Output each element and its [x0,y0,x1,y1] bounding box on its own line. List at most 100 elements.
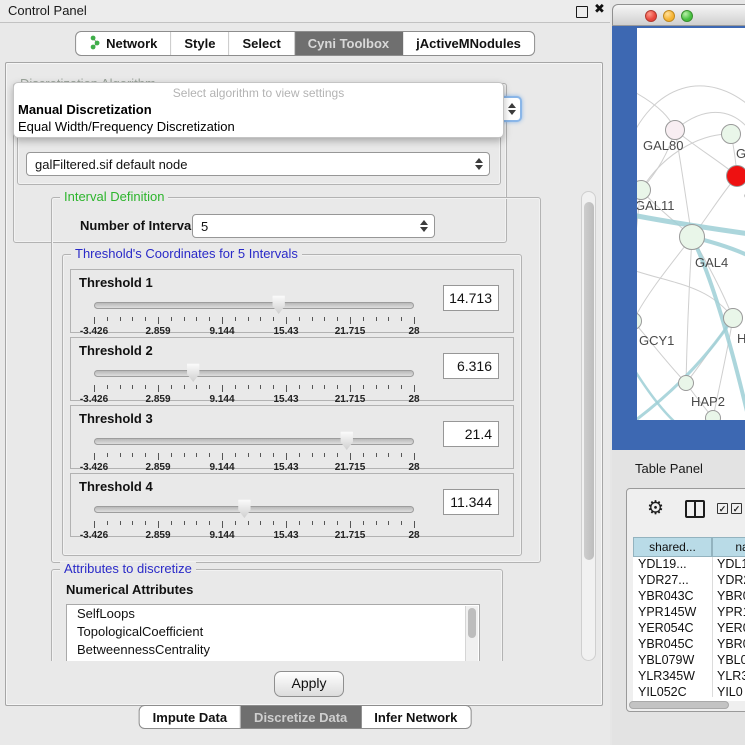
threshold-value-field[interactable] [443,353,499,379]
slider-tick [299,385,300,389]
slider-thumb[interactable] [340,431,354,450]
threshold-slider[interactable]: -3.4262.8599.14415.4321.71528 [71,294,451,332]
tab-impute-data[interactable]: Impute Data [140,706,241,728]
number-of-intervals-combo[interactable]: 5 [192,214,435,238]
slider-tick [388,521,389,525]
slider-tick [260,317,261,321]
network-node[interactable] [705,410,721,420]
tab-infer-network[interactable]: Infer Network [361,706,470,728]
attribute-list-item[interactable]: SelfLoops [67,605,479,623]
slider-tick [273,521,274,525]
slider-tick [171,521,172,525]
slider-track[interactable] [94,302,414,309]
threshold-value-field[interactable] [443,421,499,447]
table-row[interactable]: YBL079WYBL0 [633,653,745,669]
interval-definition-title: Interval Definition [60,191,168,204]
table-row[interactable]: YBR045CYBR0 [633,637,745,653]
cell-shared-name: YLR345W [638,669,695,683]
threshold-slider[interactable]: -3.4262.8599.14415.4321.71528 [71,362,451,400]
slider-tick [107,521,108,525]
number-of-intervals-value: 5 [201,219,208,234]
table-data-combo[interactable]: galFiltered.sif default node [26,152,490,176]
control-panel-titlebar: Control Panel ✖ [0,0,610,23]
node-table: shared...na YDL19...YDL1YDR27... YDR2 YBR0… [633,537,745,701]
network-window-titlebar[interactable] [612,4,745,26]
threshold-label: Threshold 3 [79,411,153,426]
slider-thumb[interactable] [186,363,200,382]
cell-name: YDR2 [717,573,745,587]
slider-tick [273,385,274,389]
cell-shared-name: YPR145W [638,605,696,619]
minimize-traffic-light-icon[interactable] [663,10,675,22]
algorithm-option-equal-width[interactable]: Equal Width/Frequency Discretization [18,119,235,134]
slider-tick [312,521,313,525]
settings-scrollbar[interactable] [581,191,596,661]
zoom-traffic-light-icon[interactable] [681,10,693,22]
algorithm-option-manual[interactable]: Manual Discretization [18,102,152,117]
slider-tick [196,385,197,389]
threshold-slider[interactable]: -3.4262.8599.14415.4321.71528 [71,430,451,468]
close-traffic-light-icon[interactable] [645,10,657,22]
gear-icon[interactable]: ⚙ [647,497,664,519]
network-node[interactable] [726,165,745,187]
slider-tick [414,453,415,460]
network-node[interactable] [665,120,685,140]
slider-tick [376,453,377,457]
table-row[interactable]: YDR27... YDR2 [633,573,745,589]
column-header-name[interactable]: na [712,537,745,557]
numerical-attributes-list[interactable]: SelfLoopsTopologicalCoefficientBetweenne… [66,604,480,661]
float-window-icon[interactable] [576,6,588,18]
tab-style[interactable]: Style [171,32,229,55]
slider-tick [209,317,210,321]
list-scrollbar[interactable] [465,606,478,661]
slider-tick-label: 28 [408,326,419,337]
slider-thumb[interactable] [237,499,251,518]
checkbox-icon[interactable]: ✓ [731,503,742,514]
table-row[interactable]: YER054CYER0 [633,621,745,637]
attribute-list-item[interactable]: TopologicalCoefficient [67,623,479,641]
slider-track[interactable] [94,438,414,445]
network-node[interactable] [679,224,705,250]
slider-tick [248,453,249,457]
combo-stepper-icon [508,102,517,116]
split-pane-icon[interactable] [685,500,705,518]
attribute-list-item[interactable]: BetweennessCentrality [67,641,479,659]
slider-tick-label: 15.43 [273,326,298,337]
slider-tick-label: 28 [408,394,419,405]
table-horizontal-scrollbar[interactable] [629,701,745,709]
table-row[interactable]: YPR145WYPR1 [633,605,745,621]
cell-shared-name: YDR27... [638,573,689,587]
table-row[interactable]: YBR043CYBR0 [633,589,745,605]
column-header-shared-name[interactable]: shared... [633,537,712,557]
network-node[interactable] [678,375,694,391]
threshold-value-field[interactable] [443,489,499,515]
control-panel: Control Panel ✖ NetworkStyleSelectCyni T… [0,0,610,745]
network-canvas[interactable]: GAL80GACGAL11GAL4GCY1HHAP2 [637,28,745,420]
slider-tick-label: 15.43 [273,394,298,405]
slider-track[interactable] [94,370,414,377]
slider-tick [145,453,146,457]
panel-title: Control Panel [8,3,87,18]
slider-track[interactable] [94,506,414,513]
tab-select[interactable]: Select [229,32,294,55]
cell-shared-name: YDL19... [638,557,687,571]
threshold-slider[interactable]: -3.4262.8599.14415.4321.71528 [71,498,451,536]
table-row[interactable]: YDL19...YDL1 [633,557,745,573]
tab-discretize-data[interactable]: Discretize Data [241,706,361,728]
table-row[interactable]: YLR345WYLR3 [633,669,745,685]
network-node[interactable] [723,308,743,328]
tab-network[interactable]: Network [76,32,171,55]
checkbox-icon[interactable]: ✓ [717,503,728,514]
slider-tick [94,385,95,392]
tab-jactivemnodules[interactable]: jActiveMNodules [403,32,534,55]
threshold-value-field[interactable] [443,285,499,311]
close-icon[interactable]: ✖ [594,2,605,17]
network-node[interactable] [721,124,741,144]
interval-definition-group: Interval Definition Number of Intervals … [51,197,541,563]
table-row[interactable]: YIL052CYIL0 [633,685,745,701]
tab-cyni-toolbox[interactable]: Cyni Toolbox [295,32,403,55]
threshold-label: Threshold 1 [79,275,153,290]
slider-thumb[interactable] [272,295,286,314]
slider-tick [145,385,146,389]
apply-button[interactable]: Apply [274,671,344,697]
